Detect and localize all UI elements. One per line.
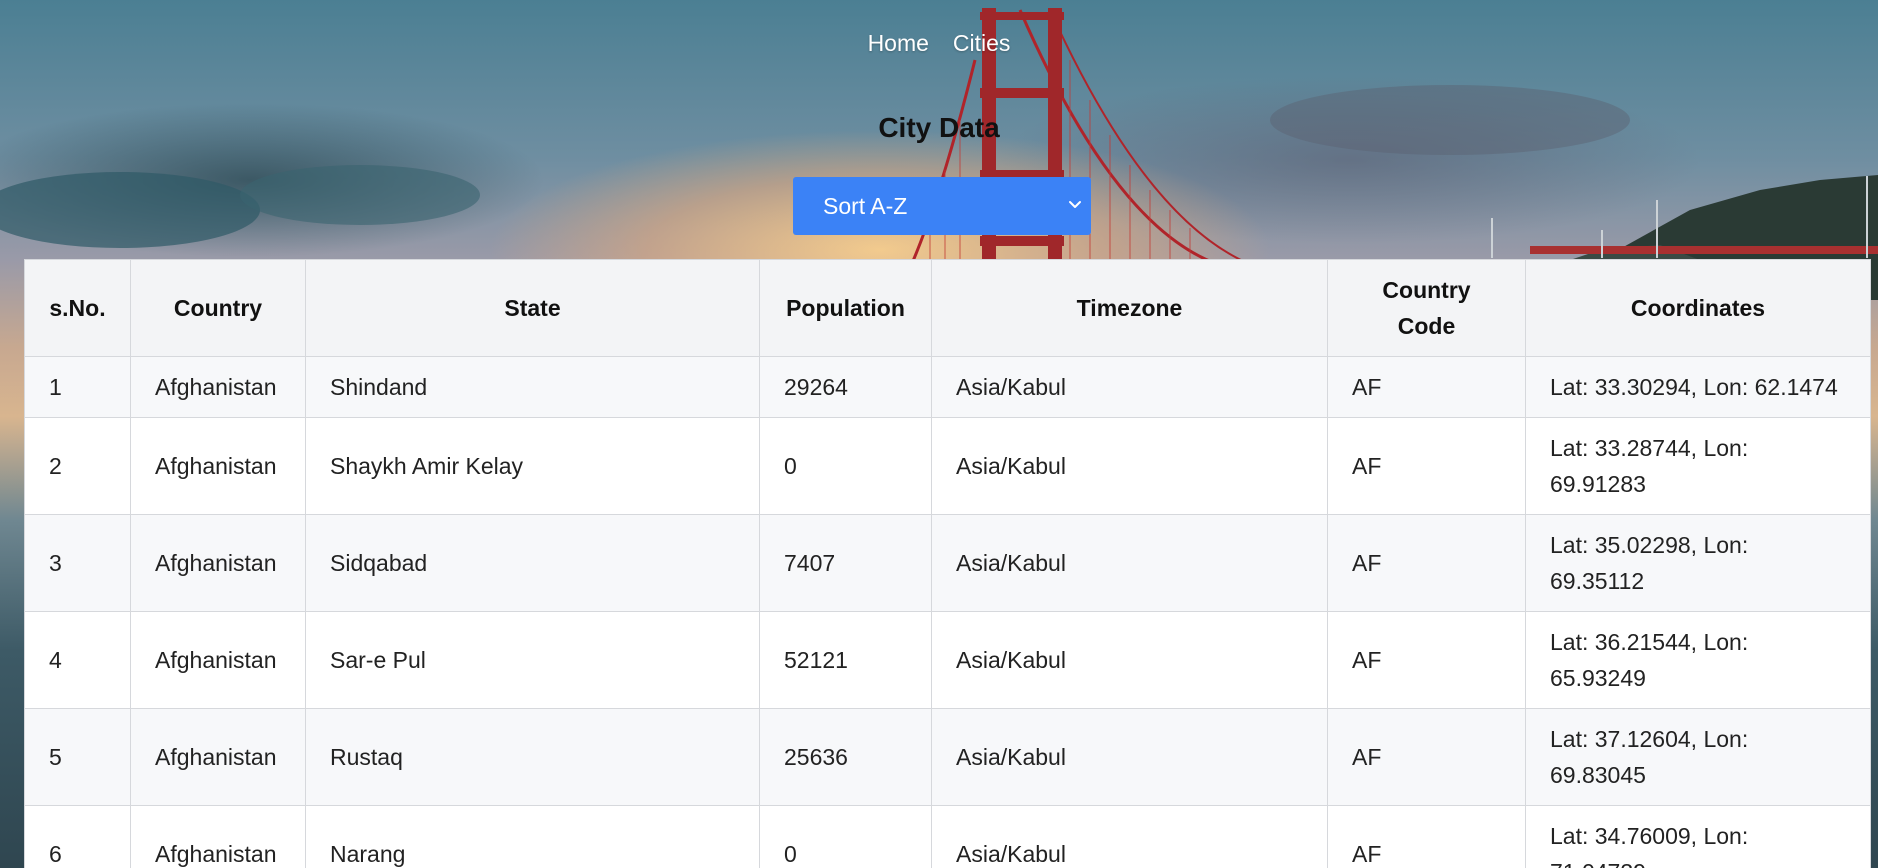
- cell-country: Afghanistan: [130, 611, 306, 709]
- cell-coordinates: Lat: 37.12604, Lon: 69.83045: [1525, 708, 1871, 806]
- chevron-down-icon: [1069, 201, 1081, 208]
- cell-population: 29264: [759, 356, 932, 418]
- cell-state: Sidqabad: [305, 514, 760, 612]
- cell-coordinates: Lat: 33.30294, Lon: 62.1474: [1525, 356, 1871, 418]
- cell-timezone: Asia/Kabul: [931, 708, 1328, 806]
- sort-dropdown[interactable]: Sort A-Z: [793, 177, 1091, 235]
- cell-sno: 1: [24, 356, 131, 418]
- top-navigation: Home Cities: [0, 30, 1878, 57]
- cell-state: Narang: [305, 805, 760, 868]
- city-table-container: s.No. Country State Population Timezone …: [24, 259, 1871, 868]
- cell-timezone: Asia/Kabul: [931, 514, 1328, 612]
- cell-state: Rustaq: [305, 708, 760, 806]
- cell-coordinates: Lat: 34.76009, Lon: 71.04739: [1525, 805, 1871, 868]
- cell-sno: 2: [24, 417, 131, 515]
- cell-timezone: Asia/Kabul: [931, 805, 1328, 868]
- cell-coordinates: Lat: 35.02298, Lon: 69.35112: [1525, 514, 1871, 612]
- table-row: 5 Afghanistan Rustaq 25636 Asia/Kabul AF…: [24, 708, 1871, 806]
- cell-population: 0: [759, 805, 932, 868]
- table-row: 2 Afghanistan Shaykh Amir Kelay 0 Asia/K…: [24, 417, 1871, 515]
- cell-country-code: AF: [1327, 805, 1526, 868]
- column-header-country-code: Country Code: [1327, 259, 1526, 357]
- column-header-timezone: Timezone: [931, 259, 1328, 357]
- cell-sno: 4: [24, 611, 131, 709]
- nav-link-home[interactable]: Home: [868, 30, 929, 57]
- table-row: 6 Afghanistan Narang 0 Asia/Kabul AF Lat…: [24, 805, 1871, 868]
- cell-population: 7407: [759, 514, 932, 612]
- table-row: 1 Afghanistan Shindand 29264 Asia/Kabul …: [24, 356, 1871, 418]
- column-header-population: Population: [759, 259, 932, 357]
- cell-country-code: AF: [1327, 356, 1526, 418]
- cell-coordinates: Lat: 33.28744, Lon: 69.91283: [1525, 417, 1871, 515]
- cell-country-code: AF: [1327, 514, 1526, 612]
- sort-dropdown-value: Sort A-Z: [823, 192, 908, 219]
- page-title: City Data: [878, 112, 1000, 143]
- cell-country: Afghanistan: [130, 356, 306, 418]
- cell-coordinates: Lat: 36.21544, Lon: 65.93249: [1525, 611, 1871, 709]
- cell-timezone: Asia/Kabul: [931, 356, 1328, 418]
- cell-state: Shaykh Amir Kelay: [305, 417, 760, 515]
- cell-population: 25636: [759, 708, 932, 806]
- column-header-state: State: [305, 259, 760, 357]
- table-row: 4 Afghanistan Sar-e Pul 52121 Asia/Kabul…: [24, 611, 1871, 709]
- column-header-country: Country: [130, 259, 306, 357]
- column-header-sno: s.No.: [24, 259, 131, 357]
- cell-population: 0: [759, 417, 932, 515]
- cell-country: Afghanistan: [130, 514, 306, 612]
- page: Home Cities City Data Sort A-Z s.No. Cou: [0, 0, 1878, 868]
- cell-country: Afghanistan: [130, 417, 306, 515]
- cell-sno: 5: [24, 708, 131, 806]
- cell-country-code: AF: [1327, 611, 1526, 709]
- cell-country: Afghanistan: [130, 708, 306, 806]
- table-body: 1 Afghanistan Shindand 29264 Asia/Kabul …: [24, 356, 1871, 868]
- cell-population: 52121: [759, 611, 932, 709]
- cell-state: Shindand: [305, 356, 760, 418]
- nav-link-cities[interactable]: Cities: [953, 30, 1011, 57]
- cell-country-code: AF: [1327, 417, 1526, 515]
- cell-country: Afghanistan: [130, 805, 306, 868]
- cell-sno: 3: [24, 514, 131, 612]
- cell-country-code: AF: [1327, 708, 1526, 806]
- table-row: 3 Afghanistan Sidqabad 7407 Asia/Kabul A…: [24, 514, 1871, 612]
- cell-state: Sar-e Pul: [305, 611, 760, 709]
- cell-sno: 6: [24, 805, 131, 868]
- cell-timezone: Asia/Kabul: [931, 611, 1328, 709]
- cell-timezone: Asia/Kabul: [931, 417, 1328, 515]
- column-header-coordinates: Coordinates: [1525, 259, 1871, 357]
- table-header: s.No. Country State Population Timezone …: [24, 259, 1871, 357]
- city-table: s.No. Country State Population Timezone …: [24, 259, 1871, 868]
